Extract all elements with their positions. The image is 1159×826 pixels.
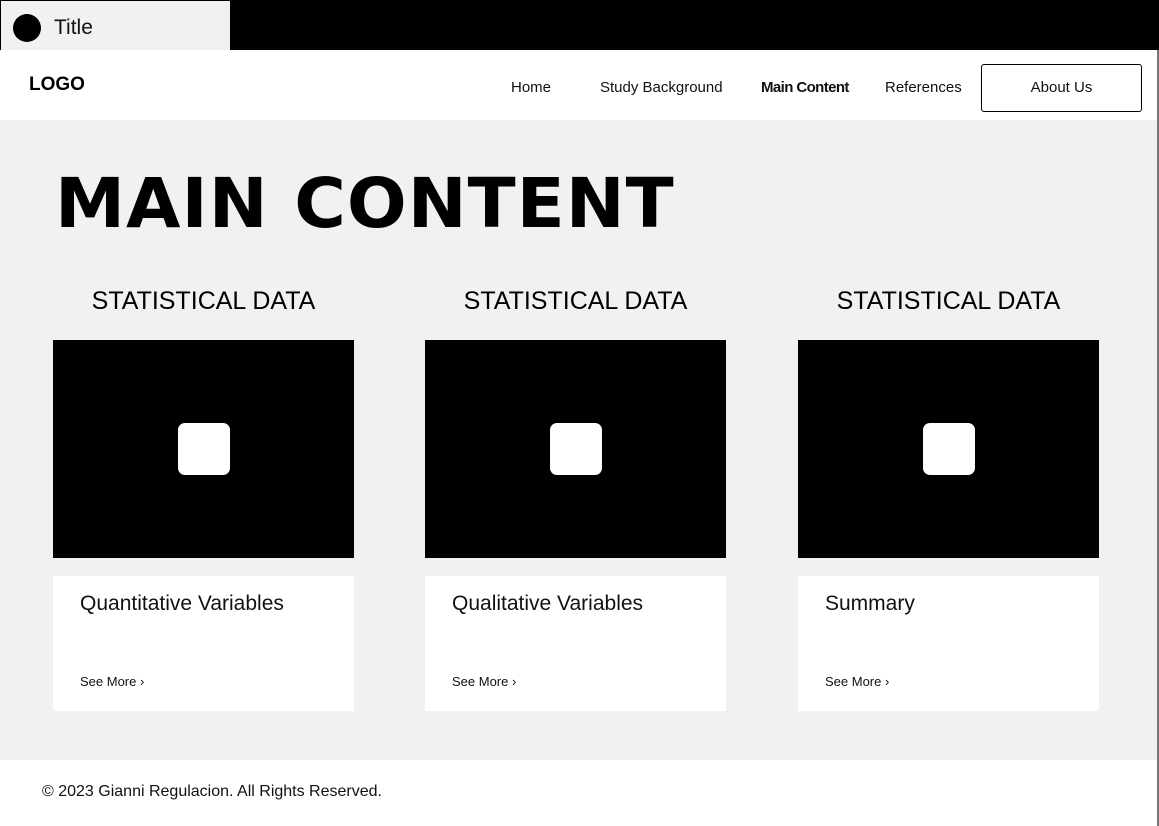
- logo[interactable]: LOGO: [29, 73, 85, 97]
- image-placeholder-icon: [923, 423, 975, 475]
- column-heading: STATISTICAL DATA: [836, 287, 1061, 315]
- nav-link-references[interactable]: References: [885, 78, 962, 98]
- media-placeholder: [53, 340, 354, 558]
- see-more-link[interactable]: See More ›: [80, 673, 144, 691]
- column-heading: STATISTICAL DATA: [463, 287, 688, 315]
- column-heading: STATISTICAL DATA: [91, 287, 316, 315]
- see-more-link[interactable]: See More ›: [452, 673, 516, 691]
- nav-link-home[interactable]: Home: [511, 78, 551, 98]
- content-card: Qualitative Variables See More ›: [425, 576, 726, 711]
- media-placeholder: [425, 340, 726, 558]
- content-card: Summary See More ›: [798, 576, 1099, 711]
- see-more-link[interactable]: See More ›: [825, 673, 889, 691]
- main-section: MAIN CONTENT STATISTICAL DATA Quantitati…: [0, 120, 1159, 760]
- nav-link-main-content[interactable]: Main Content: [761, 78, 849, 98]
- navbar: LOGO Home Study Background Main Content …: [0, 50, 1159, 120]
- nav-link-study-background[interactable]: Study Background: [600, 78, 723, 98]
- card-title: Summary: [825, 592, 915, 615]
- circle-icon: [13, 14, 41, 42]
- image-placeholder-icon: [178, 423, 230, 475]
- copyright-text: © 2023 Gianni Regulacion. All Rights Res…: [42, 783, 382, 800]
- media-placeholder: [798, 340, 1099, 558]
- image-placeholder-icon: [550, 423, 602, 475]
- footer: © 2023 Gianni Regulacion. All Rights Res…: [0, 760, 1159, 826]
- content-card: Quantitative Variables See More ›: [53, 576, 354, 711]
- about-us-button[interactable]: About Us: [981, 64, 1142, 112]
- window-tab[interactable]: Title: [1, 1, 230, 51]
- title-bar: Title: [0, 0, 1159, 51]
- page-title: MAIN CONTENT: [55, 164, 675, 244]
- card-title: Qualitative Variables: [452, 592, 644, 615]
- window-title: Title: [54, 16, 93, 39]
- card-title: Quantitative Variables: [80, 592, 284, 615]
